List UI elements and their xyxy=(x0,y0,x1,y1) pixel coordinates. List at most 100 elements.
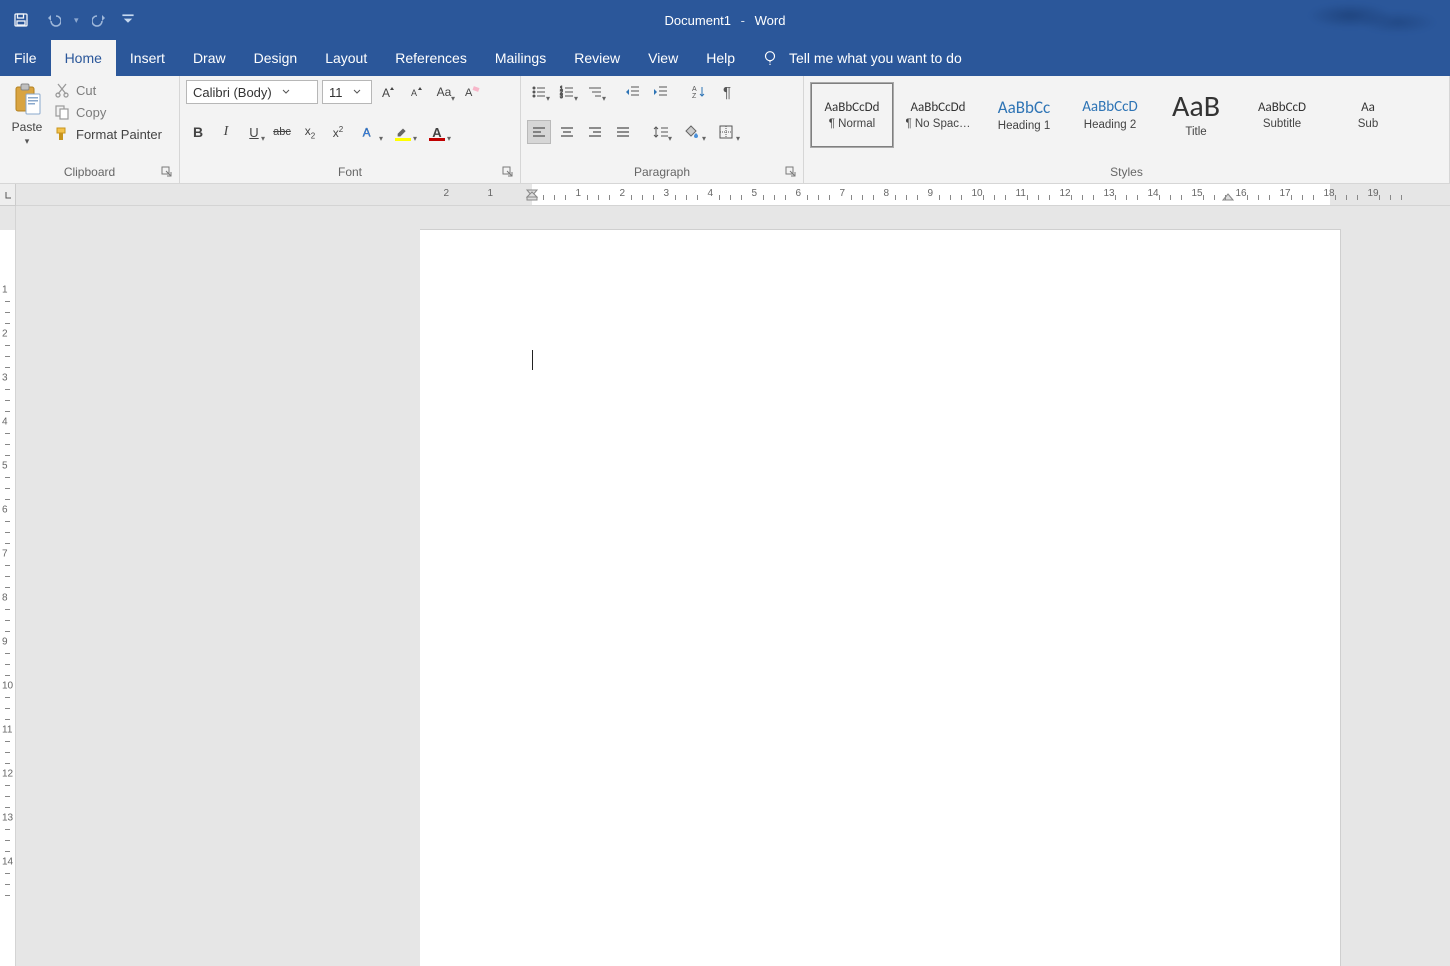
tab-references[interactable]: References xyxy=(381,40,481,76)
horizontal-ruler[interactable]: 2112345678910111213141516171819 xyxy=(420,184,1450,205)
strikethrough-button[interactable]: abc xyxy=(270,120,294,144)
chevron-down-icon xyxy=(349,88,365,96)
font-name-value: Calibri (Body) xyxy=(187,85,278,100)
styles-gallery[interactable]: AaBbCcDd¶ NormalAaBbCcDd¶ No Spac…AaBbCc… xyxy=(810,80,1410,152)
tell-me-search[interactable]: Tell me what you want to do xyxy=(761,40,962,76)
highlight-color-button[interactable] xyxy=(388,120,418,144)
bullets-button[interactable] xyxy=(527,80,551,104)
app-name: Word xyxy=(755,13,786,28)
underline-button[interactable]: U xyxy=(242,120,266,144)
group-paragraph: 123 AZ ¶ Paragraph xyxy=(521,76,804,183)
ribbon: Paste ▾ Cut Copy Format Painter Clipboar… xyxy=(0,76,1450,184)
font-dialog-launcher[interactable] xyxy=(502,165,516,179)
tab-help[interactable]: Help xyxy=(692,40,749,76)
style-subtitle[interactable]: AaBbCcDSubtitle xyxy=(1240,82,1324,148)
clipboard-dialog-launcher[interactable] xyxy=(161,165,175,179)
title-bar: ▾ Document1 - Word xyxy=(0,0,1450,40)
tab-view[interactable]: View xyxy=(634,40,692,76)
decrease-indent-button[interactable] xyxy=(621,80,645,104)
line-spacing-button[interactable] xyxy=(649,120,673,144)
svg-text:A: A xyxy=(465,87,473,99)
shrink-font-button[interactable]: A xyxy=(404,80,428,104)
copy-label: Copy xyxy=(76,105,106,120)
justify-button[interactable] xyxy=(611,120,635,144)
align-left-button[interactable] xyxy=(527,120,551,144)
svg-text:A: A xyxy=(382,86,390,100)
increase-indent-button[interactable] xyxy=(649,80,673,104)
change-case-button[interactable]: Aa xyxy=(432,80,456,104)
group-font: Calibri (Body) 11 A A Aa A xyxy=(180,76,521,183)
tab-selector[interactable] xyxy=(0,184,16,206)
show-hide-marks-button[interactable]: ¶ xyxy=(715,80,739,104)
shading-button[interactable] xyxy=(677,120,707,144)
sort-button[interactable]: AZ xyxy=(687,80,711,104)
style-heading-1[interactable]: AaBbCcHeading 1 xyxy=(982,82,1066,148)
vertical-ruler[interactable]: 1234567891011121314 xyxy=(0,206,16,966)
svg-text:A: A xyxy=(692,86,697,93)
grow-font-button[interactable]: A xyxy=(376,80,400,104)
right-indent-marker[interactable] xyxy=(1222,188,1234,206)
svg-text:3: 3 xyxy=(560,94,563,100)
window-title: Document1 - Word xyxy=(665,13,786,28)
align-center-button[interactable] xyxy=(555,120,579,144)
style-heading-2[interactable]: AaBbCcDHeading 2 xyxy=(1068,82,1152,148)
subscript-button[interactable]: x2 xyxy=(298,120,322,144)
tab-insert[interactable]: Insert xyxy=(116,40,179,76)
cut-label: Cut xyxy=(76,83,96,98)
text-effects-button[interactable]: A xyxy=(354,120,384,144)
svg-text:A: A xyxy=(411,88,417,98)
borders-button[interactable] xyxy=(711,120,741,144)
copy-button[interactable]: Copy xyxy=(54,104,162,120)
style--normal[interactable]: AaBbCcDd¶ Normal xyxy=(810,82,894,148)
paste-button[interactable]: Paste ▾ xyxy=(6,80,48,147)
tab-draw[interactable]: Draw xyxy=(179,40,240,76)
superscript-button[interactable]: x2 xyxy=(326,120,350,144)
numbering-button[interactable]: 123 xyxy=(555,80,579,104)
svg-text:Z: Z xyxy=(692,93,697,100)
group-clipboard: Paste ▾ Cut Copy Format Painter Clipboar… xyxy=(0,76,180,183)
font-name-combo[interactable]: Calibri (Body) xyxy=(186,80,318,104)
tab-file[interactable]: File xyxy=(0,40,51,76)
font-color-button[interactable]: A xyxy=(422,120,452,144)
ruler-row: 2112345678910111213141516171819 xyxy=(0,184,1450,206)
font-size-value: 11 xyxy=(323,85,349,100)
save-button[interactable] xyxy=(10,9,32,31)
bold-button[interactable]: B xyxy=(186,120,210,144)
tab-design[interactable]: Design xyxy=(240,40,312,76)
format-painter-button[interactable]: Format Painter xyxy=(54,126,162,142)
group-styles: AaBbCcDd¶ NormalAaBbCcDd¶ No Spac…AaBbCc… xyxy=(804,76,1450,183)
clear-formatting-button[interactable]: A xyxy=(460,80,484,104)
tab-layout[interactable]: Layout xyxy=(311,40,381,76)
document-name: Document1 xyxy=(665,13,731,28)
align-right-button[interactable] xyxy=(583,120,607,144)
style-title[interactable]: AaBTitle xyxy=(1154,82,1238,148)
redo-button[interactable] xyxy=(89,9,111,31)
group-paragraph-label: Paragraph xyxy=(527,162,797,183)
group-clipboard-label: Clipboard xyxy=(6,162,173,183)
quick-access-toolbar: ▾ xyxy=(0,9,135,31)
tab-review[interactable]: Review xyxy=(560,40,634,76)
tab-mailings[interactable]: Mailings xyxy=(481,40,560,76)
customize-qat-button[interactable] xyxy=(121,9,135,31)
page-viewport[interactable] xyxy=(420,206,1450,966)
left-gutter xyxy=(16,206,420,966)
cut-button[interactable]: Cut xyxy=(54,82,162,98)
document-page[interactable] xyxy=(420,230,1340,966)
undo-button[interactable] xyxy=(42,9,64,31)
group-styles-label: Styles xyxy=(810,162,1443,183)
italic-button[interactable]: I xyxy=(214,120,238,144)
multilevel-list-button[interactable] xyxy=(583,80,607,104)
text-cursor xyxy=(532,350,533,370)
hanging-indent-marker[interactable] xyxy=(526,188,538,206)
group-font-label: Font xyxy=(186,162,514,183)
style-sub[interactable]: AaSub xyxy=(1326,82,1410,148)
tell-me-label: Tell me what you want to do xyxy=(789,50,962,66)
font-color-swatch xyxy=(429,138,445,141)
style--no-spac-[interactable]: AaBbCcDd¶ No Spac… xyxy=(896,82,980,148)
font-size-combo[interactable]: 11 xyxy=(322,80,372,104)
tab-home[interactable]: Home xyxy=(51,40,116,76)
chevron-down-icon xyxy=(278,88,294,96)
paragraph-dialog-launcher[interactable] xyxy=(785,165,799,179)
svg-text:A: A xyxy=(363,127,371,139)
title-smudge xyxy=(1286,2,1446,36)
